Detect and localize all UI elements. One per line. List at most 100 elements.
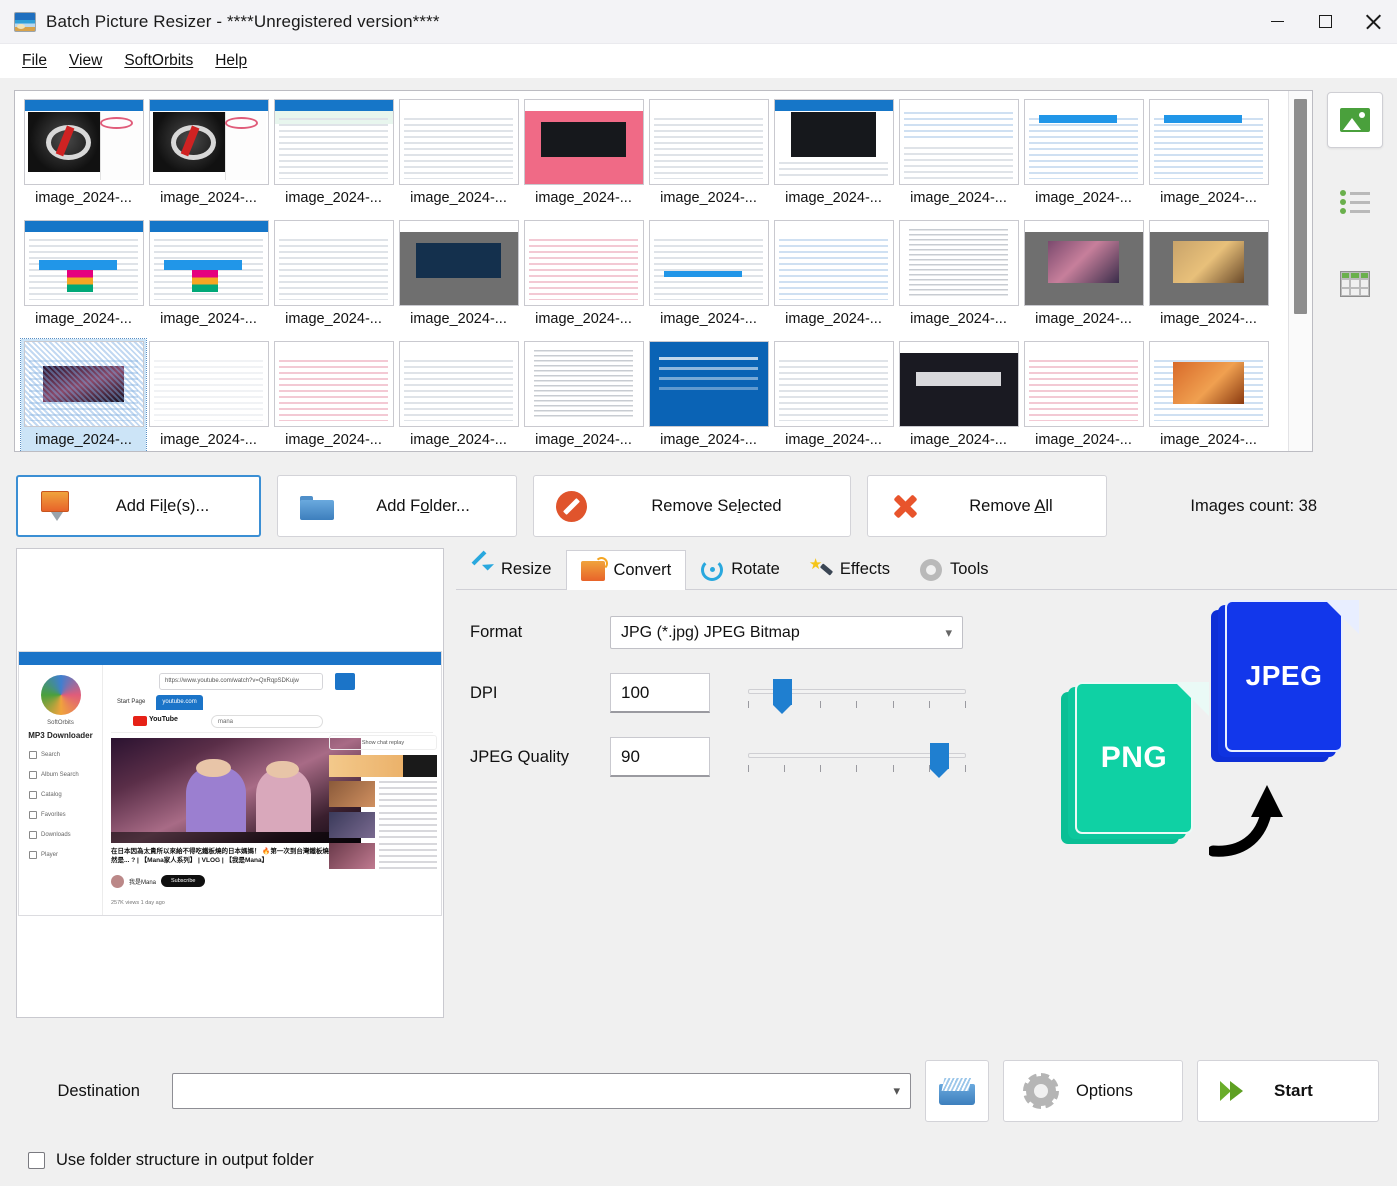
list-view-button[interactable]	[1327, 174, 1383, 230]
menu-softorbits[interactable]: SoftOrbits	[115, 48, 202, 74]
thumbnail-image	[899, 99, 1019, 185]
thumbnail-item[interactable]: image_2024-...	[21, 97, 146, 218]
magic-wand-icon	[810, 559, 832, 581]
thumbnail-item[interactable]: image_2024-...	[771, 218, 896, 339]
thumbnail-item[interactable]: image_2024-...	[271, 97, 396, 218]
resize-arrow-icon	[471, 559, 493, 581]
tab-effects[interactable]: Effects	[795, 549, 905, 589]
thumbnail-item[interactable]: image_2024-...	[396, 218, 521, 339]
thumbnail-item[interactable]: image_2024-...	[521, 218, 646, 339]
thumbnail-filename: image_2024-...	[660, 190, 757, 206]
thumbnail-image	[24, 220, 144, 306]
thumbnail-item[interactable]: image_2024-...	[1021, 339, 1146, 451]
thumbnail-item[interactable]: image_2024-...	[771, 339, 896, 451]
tab-rotate[interactable]: Rotate	[686, 549, 795, 589]
dpi-input[interactable]: 100	[610, 673, 710, 713]
thumbnail-item[interactable]: image_2024-...	[896, 339, 1021, 451]
thumbnail-item[interactable]: image_2024-...	[1146, 218, 1271, 339]
thumbnail-item[interactable]: image_2024-...	[1146, 97, 1271, 218]
preview-chat-replay: Show chat replay	[329, 735, 437, 750]
thumbnail-item[interactable]: image_2024-...	[1021, 97, 1146, 218]
thumbnail-grid[interactable]: image_2024-...image_2024-...image_2024-.…	[14, 90, 1313, 452]
dpi-slider-knob[interactable]	[773, 679, 792, 705]
format-select[interactable]: JPG (*.jpg) JPEG Bitmap ▾	[610, 616, 963, 649]
start-button[interactable]: Start	[1197, 1060, 1379, 1122]
thumbnail-item[interactable]: image_2024-...	[896, 218, 1021, 339]
settings-pane: Resize Convert Rotate Effects Tools Form…	[444, 548, 1397, 1048]
minimize-button[interactable]	[1253, 0, 1301, 44]
thumbnail-item[interactable]: image_2024-...	[146, 97, 271, 218]
slider-tick	[820, 765, 821, 772]
thumbnail-image	[774, 220, 894, 306]
tab-tools-label: Tools	[950, 560, 989, 579]
tab-convert-label: Convert	[613, 561, 671, 580]
thumbnail-item[interactable]: image_2024-...	[521, 339, 646, 451]
destination-input[interactable]: ▾	[172, 1073, 911, 1109]
tab-convert[interactable]: Convert	[566, 550, 686, 590]
maximize-button[interactable]	[1301, 0, 1349, 44]
minimize-icon	[1271, 21, 1284, 23]
thumbnail-item[interactable]: image_2024-...	[896, 97, 1021, 218]
thumbnail-item[interactable]: image_2024-...	[771, 97, 896, 218]
thumbnail-view-button[interactable]	[1327, 92, 1383, 148]
details-view-button[interactable]	[1327, 256, 1383, 312]
thumbnail-item[interactable]: image_2024-...	[146, 218, 271, 339]
quality-slider[interactable]	[748, 737, 966, 777]
remove-all-button[interactable]: Remove All	[867, 475, 1107, 537]
preview-nav-player: Player	[29, 851, 96, 859]
thumbnail-image	[1024, 220, 1144, 306]
thumbnail-filename: image_2024-...	[785, 190, 882, 206]
folder-icon	[300, 493, 334, 520]
thumbnail-image	[399, 341, 519, 427]
thumbnail-item[interactable]: image_2024-...	[271, 339, 396, 451]
menu-help[interactable]: Help	[206, 48, 256, 74]
preview-main: https://www.youtube.com/watch?v=QxRqpSDK…	[103, 665, 441, 915]
thumbnail-item[interactable]: image_2024-...	[396, 97, 521, 218]
quality-input[interactable]: 90	[610, 737, 710, 777]
format-label: Format	[470, 623, 610, 642]
thumbnail-filename: image_2024-...	[35, 432, 132, 448]
green-play-arrow-icon	[1220, 1079, 1254, 1103]
thumbnail-item[interactable]: image_2024-...	[646, 97, 771, 218]
thumbnail-filename: image_2024-...	[535, 432, 632, 448]
thumbnail-filename: image_2024-...	[160, 190, 257, 206]
preview-nav-catalog: Catalog	[29, 791, 96, 799]
preview-nav-favorites: Favorites	[29, 811, 96, 819]
gear-icon	[1026, 1076, 1056, 1106]
tab-resize[interactable]: Resize	[456, 549, 566, 589]
grid-scrollbar[interactable]	[1288, 91, 1312, 451]
slider-tick	[820, 701, 821, 708]
thumbnail-grid-inner: image_2024-...image_2024-...image_2024-.…	[15, 91, 1288, 451]
thumbnail-item[interactable]: image_2024-...	[396, 339, 521, 451]
folder-structure-checkbox[interactable]	[28, 1152, 45, 1169]
options-button[interactable]: Options	[1003, 1060, 1183, 1122]
thumbnail-item[interactable]: image_2024-...	[646, 218, 771, 339]
remove-selected-button[interactable]: Remove Selected	[533, 475, 851, 537]
app-icon	[14, 12, 36, 32]
thumbnail-image	[1149, 341, 1269, 427]
quality-slider-knob[interactable]	[930, 743, 949, 769]
browse-destination-button[interactable]	[925, 1060, 989, 1122]
add-folder-button[interactable]: Add Folder...	[277, 475, 517, 537]
menu-file[interactable]: File	[13, 48, 56, 74]
grid-scrollbar-thumb[interactable]	[1294, 99, 1307, 314]
images-count-label: Images count: 38	[1190, 497, 1317, 516]
menu-view[interactable]: View	[60, 48, 111, 74]
dpi-slider[interactable]	[748, 673, 966, 713]
close-button[interactable]	[1349, 0, 1397, 44]
thumbnail-item[interactable]: image_2024-...	[21, 218, 146, 339]
thumbnail-item[interactable]: image_2024-...	[1146, 339, 1271, 451]
tab-tools[interactable]: Tools	[905, 549, 1004, 589]
thumbnail-item[interactable]: image_2024-...	[646, 339, 771, 451]
slider-tick	[856, 701, 857, 708]
thumbnail-filename: image_2024-...	[1035, 190, 1132, 206]
thumbnail-item[interactable]: image_2024-...	[21, 339, 146, 451]
add-files-button[interactable]: Add File(s)...	[16, 475, 261, 537]
thumbnail-item[interactable]: image_2024-...	[521, 97, 646, 218]
thumbnail-item[interactable]: image_2024-...	[271, 218, 396, 339]
title-bar-left: Batch Picture Resizer - ****Unregistered…	[0, 12, 1253, 32]
thumbnail-item[interactable]: image_2024-...	[1021, 218, 1146, 339]
tab-resize-label: Resize	[501, 560, 551, 579]
preview-channel-name: 我是Mana	[129, 877, 156, 886]
thumbnail-item[interactable]: image_2024-...	[146, 339, 271, 451]
